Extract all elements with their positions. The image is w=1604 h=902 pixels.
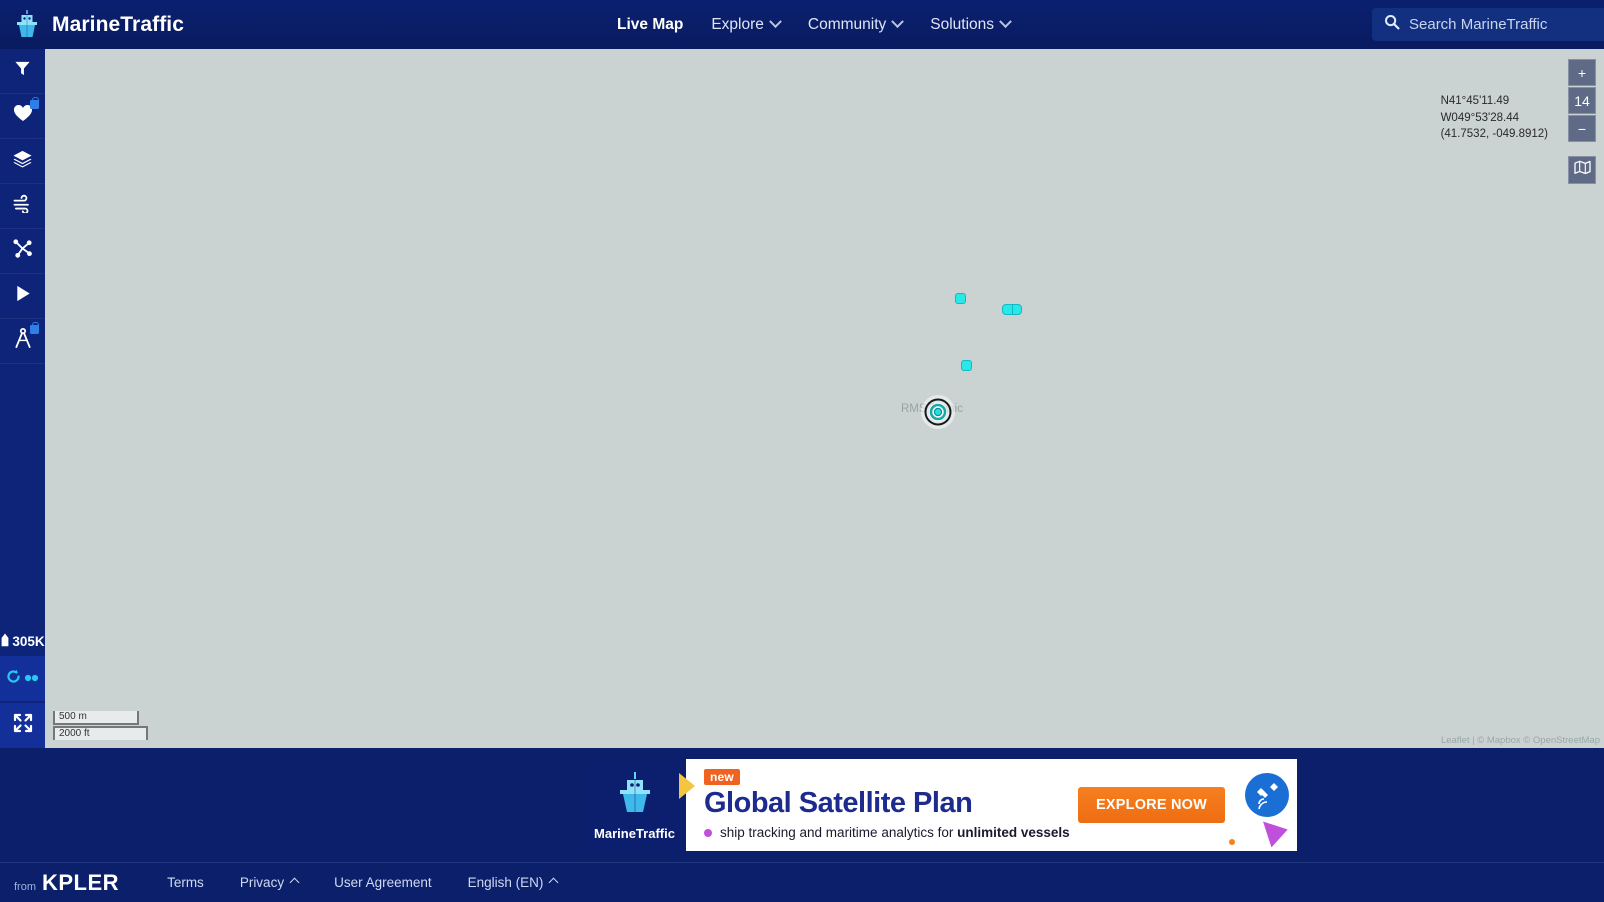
chevron-up-icon xyxy=(289,877,300,888)
scale-metric: 500 m xyxy=(53,711,139,725)
footer-company-name: KPLER xyxy=(42,869,120,895)
ad-subtitle-prefix: ship tracking and maritime analytics for xyxy=(720,825,958,840)
lock-badge-icon xyxy=(30,97,39,109)
play-icon xyxy=(14,284,32,308)
main-nav-links: Live Map Explore Community Solutions xyxy=(603,0,1024,49)
satellite-icon xyxy=(1245,773,1289,817)
coordinate-decimal: (41.7532, -049.8912) xyxy=(1440,128,1548,140)
map-scale-bar: 500 m 2000 ft xyxy=(53,711,148,740)
lock-badge-icon xyxy=(30,322,39,334)
vessel-marker[interactable] xyxy=(1002,304,1022,315)
fullscreen-button[interactable] xyxy=(0,703,45,748)
vessel-count-indicator: 305K xyxy=(0,633,45,654)
ad-subtitle: ship tracking and maritime analytics for… xyxy=(704,825,1297,840)
footer-link-user-agreement[interactable]: User Agreement xyxy=(316,875,450,890)
ad-dot-decoration xyxy=(1229,839,1235,845)
vessel-icon xyxy=(0,633,10,650)
nav-item-solutions[interactable]: Solutions xyxy=(916,15,1024,34)
live-map-canvas[interactable]: N41°45'11.49 W049°53'28.44 (41.7532, -04… xyxy=(45,49,1604,748)
scale-imperial: 2000 ft xyxy=(53,726,148,740)
brand-name: MarineTraffic xyxy=(52,12,185,36)
ad-arrow-decoration xyxy=(679,773,695,799)
sidebar-item-filters[interactable] xyxy=(0,49,45,94)
footer-link-terms[interactable]: Terms xyxy=(149,875,222,890)
top-navigation-bar: MarineTraffic Live Map Explore Community… xyxy=(0,0,1604,49)
ad-content-panel: new Global Satellite Plan ship tracking … xyxy=(686,759,1297,851)
advertisement-zone: MarineTraffic new Global Satellite Plan … xyxy=(0,748,1604,862)
ad-new-badge: new xyxy=(704,769,740,785)
ad-brand-panel: MarineTraffic xyxy=(583,759,686,851)
funnel-icon xyxy=(13,59,32,83)
advertisement-banner[interactable]: MarineTraffic new Global Satellite Plan … xyxy=(583,759,1297,851)
network-nodes-icon xyxy=(12,238,33,264)
coordinate-longitude: W049°53'28.44 xyxy=(1440,111,1519,124)
map-icon xyxy=(1573,160,1591,180)
footer-language-selector[interactable]: English (EN) xyxy=(450,875,576,890)
vessel-count-value: 305K xyxy=(12,634,45,649)
footer-kpler-branding: from KPLER xyxy=(14,870,119,896)
ship-logo-icon xyxy=(12,8,42,42)
nav-item-explore[interactable]: Explore xyxy=(697,15,794,34)
zoom-controls: + 14 − xyxy=(1568,59,1596,142)
chevron-down-icon xyxy=(999,15,1012,29)
zoom-in-button[interactable]: + xyxy=(1568,59,1596,86)
search-input[interactable] xyxy=(1409,16,1604,33)
ship-logo-icon xyxy=(613,769,657,824)
selected-vessel-marker[interactable] xyxy=(918,392,958,432)
chevron-down-icon xyxy=(891,15,905,29)
footer-link-label: User Agreement xyxy=(334,875,432,890)
sidebar-item-playback[interactable] xyxy=(0,274,45,319)
sidebar-item-weather[interactable] xyxy=(0,184,45,229)
wind-icon xyxy=(12,194,34,218)
nav-item-label: Community xyxy=(807,15,887,33)
refresh-icon xyxy=(6,669,21,689)
nav-item-label: Solutions xyxy=(930,15,995,33)
infinity-icon xyxy=(24,670,39,688)
nav-item-community[interactable]: Community xyxy=(794,15,916,34)
footer-from-label: from xyxy=(14,880,36,893)
nav-item-live-map[interactable]: Live Map xyxy=(603,16,697,34)
zoom-level-indicator: 14 xyxy=(1568,87,1596,114)
sidebar-item-density[interactable] xyxy=(0,229,45,274)
footer-link-privacy[interactable]: Privacy xyxy=(222,875,316,890)
coordinate-latitude: N41°45'11.49 xyxy=(1440,95,1510,107)
auto-refresh-button[interactable] xyxy=(0,656,45,701)
chevron-down-icon xyxy=(769,15,782,29)
footer-link-label: English (EN) xyxy=(467,875,544,890)
chevron-up-icon xyxy=(548,877,559,888)
search-box[interactable] xyxy=(1372,8,1604,41)
vessel-marker[interactable] xyxy=(961,360,972,371)
coordinate-readout: N41°45'11.49 W049°53'28.44 (41.7532, -04… xyxy=(1441,93,1548,143)
left-sidebar: 305K xyxy=(0,49,45,748)
ad-subtitle-bold: unlimited vessels xyxy=(957,825,1070,840)
ad-cta-button[interactable]: EXPLORE NOW xyxy=(1078,787,1225,823)
expand-icon xyxy=(13,713,33,738)
search-icon xyxy=(1384,14,1400,35)
nav-item-label: Explore xyxy=(711,15,764,33)
footer-link-label: Terms xyxy=(167,875,204,890)
sidebar-item-measure[interactable] xyxy=(0,319,45,364)
nav-item-label: Live Map xyxy=(617,15,684,33)
sidebar-item-favourites[interactable] xyxy=(0,94,45,139)
marinetraffic-app: MarineTraffic Live Map Explore Community… xyxy=(0,0,1604,902)
map-attribution[interactable]: Leaflet | © Mapbox © OpenStreetMap xyxy=(1441,735,1600,746)
ad-brand-name: MarineTraffic xyxy=(594,826,675,841)
sidebar-item-layers[interactable] xyxy=(0,139,45,184)
zoom-out-button[interactable]: − xyxy=(1568,115,1596,142)
footer-link-label: Privacy xyxy=(239,875,285,890)
page-footer: from KPLER Terms Privacy User Agreement … xyxy=(0,862,1604,902)
map-style-button[interactable] xyxy=(1568,156,1596,184)
layers-icon xyxy=(12,149,33,173)
brand-home-link[interactable]: MarineTraffic xyxy=(0,8,300,42)
vessel-marker[interactable] xyxy=(955,293,966,304)
bullet-icon xyxy=(704,828,712,837)
